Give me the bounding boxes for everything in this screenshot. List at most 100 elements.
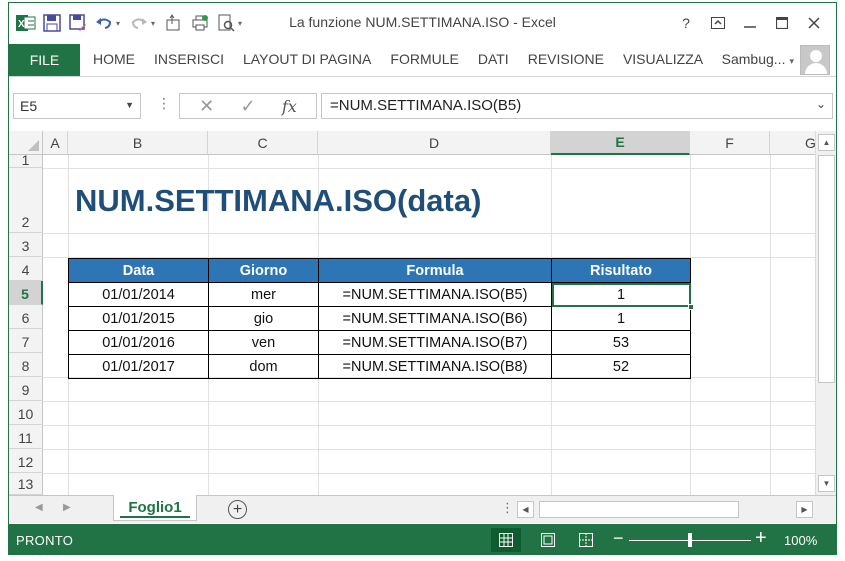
tab-visualizza[interactable]: VISUALIZZA	[623, 51, 703, 67]
header-giorno[interactable]: Giorno	[208, 258, 319, 283]
user-name: Sambug...	[721, 51, 786, 67]
formula-buttons: ✕ ✓ fx	[179, 93, 317, 119]
cell-b8[interactable]: 01/01/2017	[68, 354, 209, 379]
sheet-heading[interactable]: NUM.SETTIMANA.ISO(data)	[75, 183, 481, 219]
row-header-13[interactable]: 13	[9, 473, 43, 495]
help-button[interactable]: ?	[670, 11, 702, 35]
cell-e5-active[interactable]: 1	[551, 282, 694, 310]
tab-layout-di-pagina[interactable]: LAYOUT DI PAGINA	[243, 51, 371, 67]
tab-list: HOME INSERISCI LAYOUT DI PAGINA FORMULE …	[93, 51, 722, 67]
zoom-in-button[interactable]: +	[755, 528, 767, 548]
cell-b6[interactable]: 01/01/2015	[68, 306, 209, 331]
horizontal-scroll-thumb[interactable]	[539, 501, 739, 518]
header-formula[interactable]: Formula	[318, 258, 552, 283]
column-header-g[interactable]: G	[770, 131, 815, 155]
expand-formula-bar-icon[interactable]: ⌄	[816, 97, 826, 111]
cell-c8[interactable]: dom	[208, 354, 319, 379]
cell-e6[interactable]: 1	[551, 306, 691, 331]
cell-d5[interactable]: =NUM.SETTIMANA.ISO(B5)	[318, 282, 552, 307]
zoom-out-button[interactable]: −	[613, 529, 624, 547]
tab-revisione[interactable]: REVISIONE	[528, 51, 604, 67]
cell-c6[interactable]: gio	[208, 306, 319, 331]
cell-e7[interactable]: 53	[551, 330, 691, 355]
row-header-11[interactable]: 11	[9, 425, 43, 449]
table-row: 01/01/2017 dom =NUM.SETTIMANA.ISO(B8) 52	[68, 354, 691, 379]
row-header-5[interactable]: 5	[9, 281, 43, 305]
scroll-right-icon[interactable]: ▶	[796, 501, 813, 518]
gridline	[43, 473, 815, 474]
cell-c7[interactable]: ven	[208, 330, 319, 355]
row-header-7[interactable]: 7	[9, 329, 43, 353]
cancel-icon[interactable]: ✕	[192, 96, 222, 117]
horizontal-scrollbar[interactable]: ◀ ▶	[517, 501, 813, 518]
normal-view-icon[interactable]	[491, 528, 521, 552]
tab-split-grip-icon[interactable]: ⋮	[501, 500, 514, 516]
column-header-b[interactable]: B	[68, 131, 208, 155]
formula-text: =NUM.SETTIMANA.ISO(B5)	[330, 97, 522, 114]
data-table: Data Giorno Formula Risultato 01/01/2014…	[68, 258, 694, 379]
select-all-triangle-icon	[28, 140, 39, 151]
avatar[interactable]	[800, 45, 830, 75]
cell-d8[interactable]: =NUM.SETTIMANA.ISO(B8)	[318, 354, 552, 379]
chevron-down-icon: ▾	[789, 56, 794, 66]
minimize-icon[interactable]	[734, 11, 766, 35]
header-risultato[interactable]: Risultato	[551, 258, 691, 283]
zoom-percent[interactable]: 100%	[784, 533, 817, 548]
enter-icon[interactable]: ✓	[233, 96, 263, 117]
sheet-tab-foglio1[interactable]: Foglio1	[113, 495, 197, 521]
ribbon-display-options-icon[interactable]	[702, 11, 734, 35]
close-icon[interactable]	[798, 11, 830, 35]
row-header-1[interactable]: 1	[9, 153, 43, 168]
table-row: 01/01/2016 ven =NUM.SETTIMANA.ISO(B7) 53	[68, 330, 691, 355]
sheet-tab-bar: ◀ ▶ Foglio1 + ⋮ ◀ ▶	[9, 495, 836, 523]
column-header-d[interactable]: D	[318, 131, 551, 155]
tab-formule[interactable]: FORMULE	[390, 51, 458, 67]
column-header-f[interactable]: F	[690, 131, 770, 155]
row-header-2[interactable]: 2	[9, 168, 43, 233]
row-header-9[interactable]: 9	[9, 377, 43, 401]
row-header-10[interactable]: 10	[9, 401, 43, 425]
header-data[interactable]: Data	[68, 258, 209, 283]
row-header-12[interactable]: 12	[9, 449, 43, 473]
scroll-down-icon[interactable]: ▼	[818, 475, 835, 492]
worksheet-grid[interactable]: A B C D E F G 1 2 3 4 5 6 7 8 9 10 11 12…	[9, 131, 815, 495]
scroll-left-icon[interactable]: ◀	[517, 501, 534, 518]
name-box[interactable]: E5 ▼	[13, 93, 141, 119]
row-header-4[interactable]: 4	[9, 257, 43, 281]
name-box-dropdown-icon[interactable]: ▼	[125, 100, 134, 110]
tab-inserisci[interactable]: INSERISCI	[154, 51, 224, 67]
cell-e8[interactable]: 52	[551, 354, 691, 379]
tab-dati[interactable]: DATI	[478, 51, 509, 67]
zoom-slider-thumb[interactable]	[688, 533, 692, 547]
add-sheet-icon[interactable]: +	[228, 500, 247, 519]
cell-d6[interactable]: =NUM.SETTIMANA.ISO(B6)	[318, 306, 552, 331]
vertical-scrollbar[interactable]: ▲ ▼	[815, 131, 836, 495]
formula-bar-grip-icon[interactable]: ⋮	[157, 95, 171, 112]
fill-handle[interactable]	[688, 304, 694, 310]
cell-d7[interactable]: =NUM.SETTIMANA.ISO(B7)	[318, 330, 552, 355]
cell-b5[interactable]: 01/01/2014	[68, 282, 209, 307]
column-header-a[interactable]: A	[43, 131, 68, 155]
row-header-6[interactable]: 6	[9, 305, 43, 329]
column-header-c[interactable]: C	[208, 131, 318, 155]
user-account[interactable]: Sambug... ▾	[722, 51, 794, 67]
column-header-e[interactable]: E	[551, 131, 690, 155]
title-bar: X ▾ ▾ ▾ La funzione NUM.SETTIMANA.ISO - …	[9, 3, 836, 41]
vertical-scroll-thumb[interactable]	[818, 155, 835, 383]
file-tab[interactable]: FILE	[9, 44, 80, 76]
row-header-8[interactable]: 8	[9, 353, 43, 377]
next-sheet-icon[interactable]: ▶	[63, 502, 71, 513]
page-break-preview-icon[interactable]	[571, 528, 601, 552]
cell-b7[interactable]: 01/01/2016	[68, 330, 209, 355]
cell-c5[interactable]: mer	[208, 282, 319, 307]
insert-function-icon[interactable]: fx	[274, 97, 304, 116]
row-header-3[interactable]: 3	[9, 233, 43, 257]
tab-home[interactable]: HOME	[93, 51, 135, 67]
avatar-head-shape	[810, 50, 822, 62]
maximize-icon[interactable]	[766, 11, 798, 35]
scroll-up-icon[interactable]: ▲	[818, 134, 835, 151]
previous-sheet-icon[interactable]: ◀	[35, 502, 43, 513]
page-layout-view-icon[interactable]	[533, 528, 563, 552]
formula-input[interactable]: =NUM.SETTIMANA.ISO(B5) ⌄	[321, 93, 833, 119]
ribbon-tabs: FILE HOME INSERISCI LAYOUT DI PAGINA FOR…	[9, 41, 836, 77]
